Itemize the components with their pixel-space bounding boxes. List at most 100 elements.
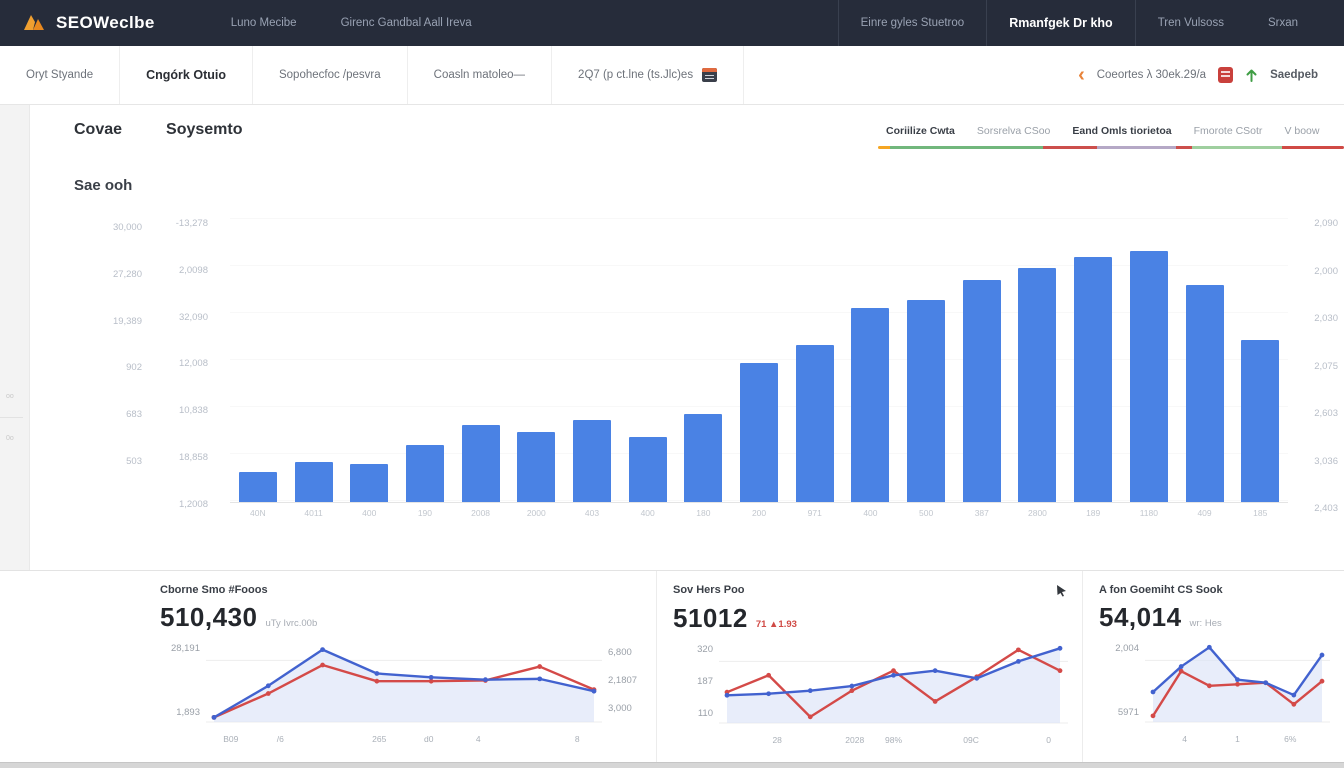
axis-label: 2,1807 bbox=[608, 675, 650, 686]
x-axis-label: 265 bbox=[355, 734, 405, 744]
card-title-row: Sov Hers Poo bbox=[673, 584, 1068, 597]
bar-cell bbox=[341, 464, 397, 502]
x-axis-label bbox=[305, 734, 355, 744]
date-range-label[interactable]: Coeortes λ 30ek.29/a bbox=[1097, 69, 1206, 81]
bar bbox=[1130, 251, 1168, 502]
metric-tab-4[interactable]: V boow bbox=[1284, 125, 1319, 137]
axis-label: 2,004 bbox=[1099, 643, 1139, 654]
spacer bbox=[602, 732, 650, 744]
card-1: Sov Hers Poo5101271 ▲1.93320187110282028… bbox=[656, 571, 1082, 762]
toolbar-item-1[interactable]: Cngórk Otuio bbox=[120, 46, 253, 104]
card-title: A fon Goemiht CS Sook bbox=[1099, 584, 1223, 596]
x-axis-label: d0 bbox=[404, 734, 454, 744]
view-tab-1[interactable]: Soysemto bbox=[166, 121, 242, 139]
x-axis-label: 2800 bbox=[1010, 508, 1066, 518]
axis-label: 3,036 bbox=[1294, 456, 1338, 467]
nav-item-4[interactable]: Tren Vulsoss bbox=[1136, 17, 1246, 29]
nav-item-3[interactable]: Rmanfgek Dr kho bbox=[987, 16, 1135, 30]
x-axis-label: 400 bbox=[843, 508, 899, 518]
toolbar-item-0[interactable]: Oryt Styande bbox=[0, 46, 120, 104]
card-x-labels: 416% bbox=[1145, 734, 1330, 744]
metric-tab-0[interactable]: Coriilize Cwta bbox=[886, 125, 955, 137]
toolbar-items: Oryt StyandeCngórk OtuioSopohecfoc /pesv… bbox=[0, 46, 744, 104]
x-axis-label: /6 bbox=[256, 734, 306, 744]
bar-cell bbox=[564, 420, 620, 502]
view-tab-0[interactable]: Covae bbox=[74, 121, 122, 139]
card-x-axis: 28202898%09C0 bbox=[673, 733, 1068, 745]
metric-tab-1[interactable]: Sorsrelva CSoo bbox=[977, 125, 1051, 137]
x-axis-label: 189 bbox=[1065, 508, 1121, 518]
brand-label: SEOWeclbe bbox=[56, 13, 155, 33]
x-axis-label bbox=[990, 735, 1029, 745]
x-axis-label bbox=[1251, 734, 1277, 744]
bar-cell bbox=[508, 432, 564, 502]
metric-tabs-wrap: Coriilize Cwta Sorsrelva CSoo Eand Omls ti… bbox=[878, 125, 1344, 149]
card-value-suffix: uTy Ivrc.00b bbox=[265, 618, 317, 629]
nav-item-5[interactable]: Srxan bbox=[1246, 17, 1320, 29]
bar-cell bbox=[1010, 268, 1066, 502]
card-y-axis-left: 2,004 5971 bbox=[1099, 637, 1145, 732]
toolbar-item-4[interactable]: 2Q7 (p ct.lne (ts.Jlc)es bbox=[552, 46, 744, 104]
x-axis-labels: 40N4011400190200820004034001802009714005… bbox=[230, 508, 1288, 518]
x-axis-label: 4 bbox=[1171, 734, 1197, 744]
nav-item-1[interactable]: Girenc Gandbal Aall Ireva bbox=[319, 17, 494, 29]
x-axis-label: 6% bbox=[1277, 734, 1303, 744]
x-axis-label: B09 bbox=[206, 734, 256, 744]
spacer bbox=[1099, 732, 1145, 744]
bar bbox=[350, 464, 388, 502]
toolbar-item-3[interactable]: Coasln matoleo— bbox=[408, 46, 552, 104]
x-axis-label: 403 bbox=[564, 508, 620, 518]
nav-item-0[interactable]: Luno Mecibe bbox=[209, 17, 319, 29]
card-y-axis-right: 6,8002,18073,000 bbox=[602, 637, 650, 732]
bar bbox=[517, 432, 555, 502]
nav-item-2[interactable]: Einre gyles Stuetroo bbox=[839, 17, 987, 29]
x-axis-label: 500 bbox=[898, 508, 954, 518]
x-axis-label bbox=[913, 735, 952, 745]
share-icon[interactable] bbox=[1245, 68, 1258, 82]
y-axis-left-primary: 30,00027,28019,389902683503 bbox=[84, 222, 142, 467]
bar-cell bbox=[1177, 285, 1233, 502]
card-title-row: Cborne Smo #Fooos bbox=[160, 584, 650, 596]
axis-label: 5971 bbox=[1099, 707, 1139, 718]
x-axis-label: 2000 bbox=[508, 508, 564, 518]
axis-label: 18,858 bbox=[150, 452, 208, 463]
card-value: 51012 bbox=[673, 603, 748, 634]
x-axis-label: 2028 bbox=[835, 735, 874, 745]
cursor-icon[interactable] bbox=[1055, 584, 1068, 597]
axis-label: 2,030 bbox=[1294, 313, 1338, 324]
share-label[interactable]: Saedpeb bbox=[1270, 69, 1318, 81]
x-axis-label: 200 bbox=[731, 508, 787, 518]
x-axis-label bbox=[1198, 734, 1224, 744]
card-x-labels: 28202898%09C0 bbox=[719, 735, 1068, 745]
axis-label: 32,090 bbox=[150, 312, 208, 323]
axis-label: 30,000 bbox=[84, 222, 142, 233]
bar bbox=[1241, 340, 1279, 502]
bar-cell bbox=[898, 300, 954, 502]
x-axis-label: 190 bbox=[397, 508, 453, 518]
toolbar-item-label: 2Q7 (p ct.lne (ts.Jlc)es bbox=[578, 69, 693, 81]
metric-tab-3[interactable]: Fmorote CSotr bbox=[1194, 125, 1263, 137]
line-chart-svg bbox=[1145, 637, 1330, 732]
bar bbox=[406, 445, 444, 502]
bar-cell bbox=[397, 445, 453, 502]
x-axis-label: 180 bbox=[676, 508, 732, 518]
bar-cell bbox=[1232, 340, 1288, 502]
bar-plot: 40N4011400190200820004034001802009714005… bbox=[230, 218, 1288, 518]
x-axis-label: 98% bbox=[874, 735, 913, 745]
left-rail: oo 0o bbox=[0, 105, 30, 570]
brand[interactable]: SEOWeclbe bbox=[22, 12, 155, 34]
toolbar-item-2[interactable]: Sopohecfoc /pesvra bbox=[253, 46, 408, 104]
rail-divider bbox=[0, 417, 23, 418]
card-x-labels: B09/6265d048 bbox=[206, 734, 602, 744]
axis-label: 19,389 bbox=[84, 316, 142, 327]
axis-label: 2,0098 bbox=[150, 265, 208, 276]
x-axis-label: 0 bbox=[1029, 735, 1068, 745]
metric-tab-2[interactable]: Eand Omls tiorietoa bbox=[1072, 125, 1171, 137]
card-x-axis: 416% bbox=[1099, 732, 1330, 744]
chevron-left-icon[interactable]: ‹ bbox=[1078, 65, 1085, 85]
x-axis-label bbox=[797, 735, 836, 745]
chart-title: Sae ooh bbox=[30, 149, 1344, 194]
toolbar-right: ‹ Coeortes λ 30ek.29/a Saedpeb bbox=[1078, 46, 1344, 104]
pdf-export-icon[interactable] bbox=[1218, 67, 1233, 83]
report-panel: Covae Soysemto Coriilize Cwta Sorsrelva CS… bbox=[30, 105, 1344, 570]
